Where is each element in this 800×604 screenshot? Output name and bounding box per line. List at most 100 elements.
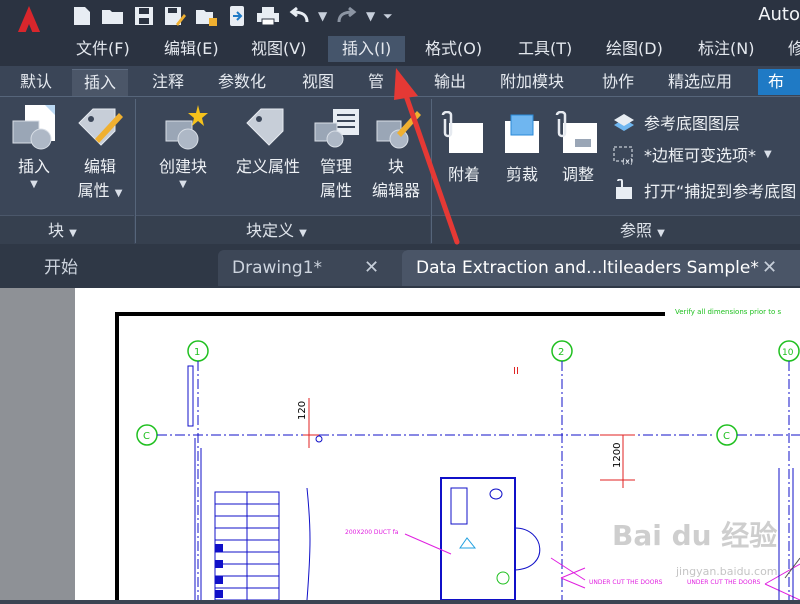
menu-modify[interactable]: 修 xyxy=(782,36,800,62)
block-editor-button[interactable]: 块 编辑器 xyxy=(366,103,426,203)
menu-file[interactable]: 文件(F) xyxy=(70,36,136,62)
tab-addins[interactable]: 附加模块 xyxy=(492,69,572,95)
save-icon[interactable] xyxy=(132,5,156,27)
reference-panel-footer[interactable] xyxy=(432,215,800,244)
grid-label-1: 1 xyxy=(194,347,200,358)
grid-label-2: 2 xyxy=(558,347,564,358)
menu-insert[interactable]: 插入(I) xyxy=(328,36,406,62)
tab-featured-apps[interactable]: 精选应用 xyxy=(660,69,740,95)
close-drawing1-icon[interactable]: ✕ xyxy=(364,250,379,286)
frame-variable-dropdown-icon[interactable]: ▼ xyxy=(764,149,772,160)
attach-icon xyxy=(441,110,483,153)
doc-tab-current-label: Data Extraction and...ltileaders Sample* xyxy=(416,258,759,278)
adjust-button[interactable]: 调整 xyxy=(550,110,606,187)
clip-button[interactable]: 剪裁 xyxy=(494,111,550,187)
doc-tab-drawing1-label: Drawing1* xyxy=(232,258,323,278)
create-block-button[interactable]: 创建块 ▼ xyxy=(150,103,216,190)
underlay-layers-button[interactable]: 参考底图图层 xyxy=(612,109,740,135)
snap-to-underlay-label: 打开“捕捉到参考底图 xyxy=(644,182,797,201)
title-bar: ▼ ▼ ⏷ Auto xyxy=(0,0,800,46)
block-def-panel-title: 块定义 ▼ xyxy=(246,221,307,240)
underlay-layers-label: 参考底图图层 xyxy=(644,114,741,133)
manage-attributes-icon xyxy=(314,109,359,148)
close-current-doc-icon[interactable]: ✕ xyxy=(762,250,777,286)
open-from-web-icon[interactable] xyxy=(194,5,218,27)
reference-panel-title: 参照 ▼ xyxy=(620,221,665,240)
share-icon[interactable] xyxy=(225,5,249,27)
menu-view[interactable]: 视图(V) xyxy=(245,36,312,62)
app-title: Auto xyxy=(758,4,800,25)
menu-tools[interactable]: 工具(T) xyxy=(512,36,578,62)
ribbon-tabs: 默认 插入 注释 参数化 视图 管 输出 附加模块 协作 精选应用 布局 xyxy=(0,66,800,117)
define-attribute-button[interactable]: 定义属性 xyxy=(228,103,308,179)
edit-attribute-button[interactable]: 编辑 属性 ▼ xyxy=(70,103,130,206)
redo-dropdown-icon[interactable]: ▼ xyxy=(366,9,376,23)
insert-block-button[interactable]: 插入 ▼ xyxy=(6,103,62,190)
tab-output[interactable]: 输出 xyxy=(426,69,474,95)
doc-tab-current[interactable]: Data Extraction and...ltileaders Sample*… xyxy=(402,250,800,286)
tab-parametric[interactable]: 参数化 xyxy=(210,69,274,95)
menu-bar: 文件(F) 编辑(E) 视图(V) 插入(I) 格式(O) 工具(T) 绘图(D… xyxy=(0,32,800,66)
underlay-layers-icon xyxy=(614,114,634,131)
customize-qat-icon[interactable]: ⏷ xyxy=(383,9,393,24)
menu-edit[interactable]: 编辑(E) xyxy=(158,36,225,62)
save-as-icon[interactable] xyxy=(163,5,187,27)
grid-label-c2: C xyxy=(723,431,730,442)
tab-default[interactable]: 默认 xyxy=(12,69,60,95)
tab-layout[interactable]: 布局 xyxy=(758,69,800,117)
create-block-icon xyxy=(165,105,208,150)
under-cut-label-1: UNDER CUT THE DOORS xyxy=(589,579,663,586)
insert-dropdown-icon[interactable]: ▼ xyxy=(6,179,62,190)
menu-dimension[interactable]: 标注(N) xyxy=(692,36,760,62)
manage-attr-label-2: 属性 xyxy=(319,181,352,200)
panel-divider xyxy=(431,99,432,243)
frame-variable-icon: (x) xyxy=(613,146,633,165)
block-editor-icon xyxy=(376,111,421,149)
tab-manage[interactable]: 管 xyxy=(360,69,392,95)
new-file-icon[interactable] xyxy=(70,5,94,27)
document-tabs: 开始 Drawing1* ✕ Data Extraction and...lti… xyxy=(0,244,800,288)
create-block-label: 创建块 xyxy=(158,157,207,176)
tab-view[interactable]: 视图 xyxy=(294,69,342,95)
duct-label: 200X200 DUCT fa xyxy=(345,529,399,536)
dim-1200: 1200 xyxy=(612,443,623,468)
menu-format[interactable]: 格式(O) xyxy=(419,36,488,62)
define-attribute-icon xyxy=(246,108,284,146)
create-block-dropdown-icon[interactable]: ▼ xyxy=(150,179,216,190)
svg-text:(x): (x) xyxy=(622,157,633,165)
snap-underlay-icon xyxy=(616,179,632,199)
edit-attribute-icon xyxy=(78,108,123,146)
undo-icon[interactable] xyxy=(287,5,311,27)
doc-tab-start[interactable]: 开始 xyxy=(30,250,214,286)
undo-dropdown-icon[interactable]: ▼ xyxy=(318,9,328,23)
frame-variable-label: *边框可变选项* xyxy=(644,146,757,165)
manage-attributes-button[interactable]: 管理 属性 xyxy=(310,103,362,203)
menu-draw[interactable]: 绘图(D) xyxy=(600,36,669,62)
tab-collaborate[interactable]: 协作 xyxy=(594,69,642,95)
tab-annotate[interactable]: 注释 xyxy=(144,69,192,95)
attach-button[interactable]: 附着 xyxy=(436,110,492,187)
clip-label: 剪裁 xyxy=(505,165,538,184)
baidu-watermark-url: jingyan.baidu.com xyxy=(676,565,778,578)
frame-variable-button[interactable]: (x) *边框可变选项* ▼ xyxy=(612,141,772,167)
open-folder-icon[interactable] xyxy=(101,5,125,27)
block-editor-label-2: 编辑器 xyxy=(371,181,420,200)
print-icon[interactable] xyxy=(256,5,280,27)
ribbon-panels: 块 ▼ 块定义 ▼ 参照 ▼ 插入 ▼ 编辑 属性 ▼ 创建块 ▼ 定义属性 管… xyxy=(0,96,800,245)
doc-tab-start-label: 开始 xyxy=(44,258,78,278)
grid-label-c1: C xyxy=(143,431,150,442)
block-editor-label-1: 块 xyxy=(387,157,404,176)
dim-120: 120 xyxy=(297,401,308,420)
note-top: Verify all dimensions prior to s xyxy=(675,308,782,316)
panel-divider xyxy=(135,99,136,243)
attach-label: 附着 xyxy=(447,165,480,184)
level-mark: II xyxy=(513,366,519,377)
redo-icon[interactable] xyxy=(335,5,359,27)
doc-tab-drawing1[interactable]: Drawing1* ✕ xyxy=(218,250,410,286)
edit-attr-label-1: 编辑 xyxy=(83,157,116,176)
adjust-label: 调整 xyxy=(561,165,594,184)
quick-access-toolbar: ▼ ▼ ⏷ xyxy=(70,4,393,28)
snap-to-underlay-button[interactable]: 打开“捕捉到参考底图 xyxy=(612,177,796,203)
tab-insert[interactable]: 插入 xyxy=(72,69,129,96)
under-cut-label-2: UNDER CUT THE DOORS xyxy=(687,579,761,586)
